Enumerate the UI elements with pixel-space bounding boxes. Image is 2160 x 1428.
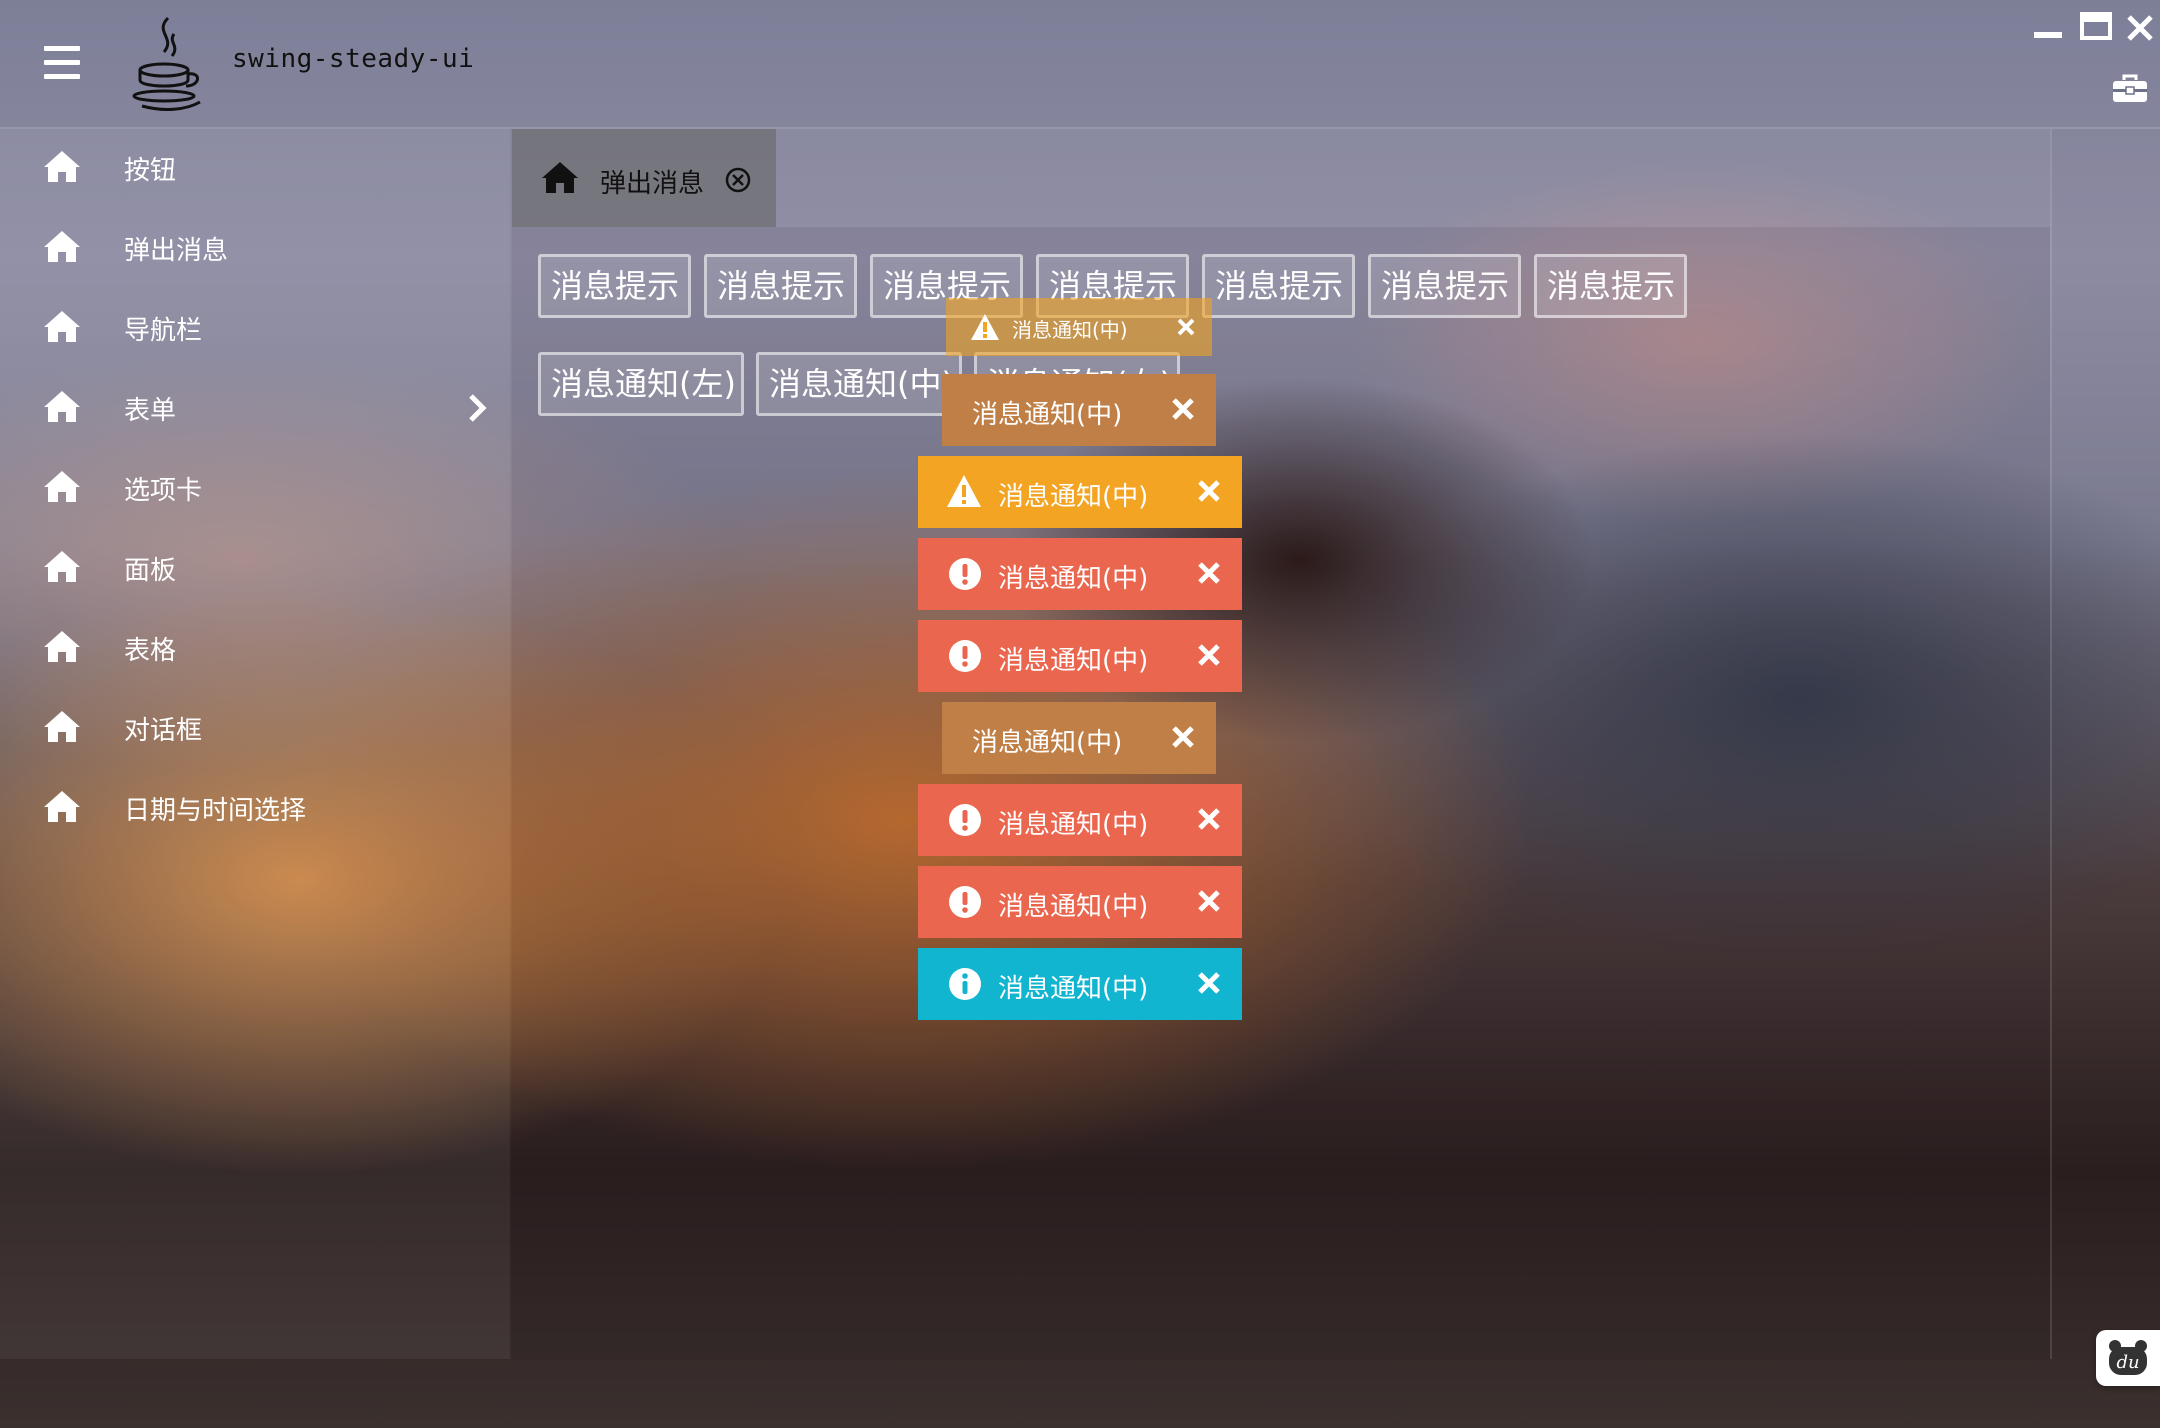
baidu-paw-icon: du bbox=[2109, 1340, 2147, 1375]
app-title: swing-steady-ui bbox=[232, 44, 475, 74]
message-tip-button[interactable]: 消息提示 bbox=[1368, 254, 1521, 318]
title-bar: swing-steady-ui bbox=[0, 0, 2160, 129]
close-tab-icon[interactable] bbox=[724, 166, 752, 194]
message-tip-button[interactable]: 消息提示 bbox=[1202, 254, 1355, 318]
toast-notification-default: 消息通知(中) bbox=[942, 702, 1216, 774]
sidebar-item-navbar[interactable]: 导航栏 bbox=[0, 298, 510, 358]
close-icon[interactable] bbox=[1196, 560, 1222, 586]
java-logo-icon bbox=[132, 16, 201, 111]
toast-notification-error: 消息通知(中) bbox=[918, 538, 1242, 610]
sidebar-item-label: 表单 bbox=[124, 396, 177, 426]
sidebar-item-label: 表格 bbox=[124, 636, 177, 666]
tab-label: 弹出消息 bbox=[600, 169, 705, 199]
message-tip-button[interactable]: 消息提示 bbox=[1534, 254, 1687, 318]
sidebar-item-dialog[interactable]: 对话框 bbox=[0, 698, 510, 758]
toast-notification-error: 消息通知(中) bbox=[918, 866, 1242, 938]
toast-notification-warning: 消息通知(中) bbox=[918, 456, 1242, 528]
home-icon bbox=[44, 311, 80, 342]
sidebar-item-buttons[interactable]: 按钮 bbox=[0, 138, 510, 198]
close-window-icon[interactable] bbox=[2124, 12, 2156, 44]
chevron-right-icon bbox=[469, 394, 487, 422]
close-icon[interactable] bbox=[1196, 970, 1222, 996]
sidebar-item-tabs[interactable]: 选项卡 bbox=[0, 458, 510, 518]
home-icon bbox=[44, 791, 80, 822]
toast-notification-error: 消息通知(中) bbox=[918, 620, 1242, 692]
exclamation-circle-icon bbox=[949, 640, 981, 672]
toast-text: 消息通知(中) bbox=[998, 892, 1149, 922]
toast-text: 消息通知(中) bbox=[1012, 318, 1128, 342]
info-circle-icon bbox=[949, 968, 981, 1000]
message-tip-button[interactable]: 消息提示 bbox=[538, 254, 691, 318]
sidebar-item-label: 日期与时间选择 bbox=[124, 796, 307, 826]
home-icon bbox=[44, 631, 80, 662]
home-icon bbox=[44, 471, 80, 502]
toast-text: 消息通知(中) bbox=[972, 400, 1123, 430]
tab-bar: 弹出消息 bbox=[512, 129, 2050, 227]
toast-notification-error: 消息通知(中) bbox=[918, 784, 1242, 856]
home-icon bbox=[542, 162, 578, 193]
toast-text: 消息通知(中) bbox=[998, 974, 1149, 1004]
toast-notification-info: 消息通知(中) bbox=[918, 948, 1242, 1020]
notify-center-button[interactable]: 消息通知(中) bbox=[756, 352, 962, 416]
close-icon[interactable] bbox=[1170, 724, 1196, 750]
notify-left-button[interactable]: 消息通知(左) bbox=[538, 352, 744, 416]
exclamation-circle-icon bbox=[949, 886, 981, 918]
sidebar-item-panel[interactable]: 面板 bbox=[0, 538, 510, 598]
close-icon[interactable] bbox=[1170, 396, 1196, 422]
home-icon bbox=[44, 711, 80, 742]
warning-icon bbox=[947, 475, 981, 507]
home-icon bbox=[44, 391, 80, 422]
sidebar-item-label: 选项卡 bbox=[124, 476, 203, 506]
close-icon[interactable] bbox=[1176, 317, 1196, 337]
close-icon[interactable] bbox=[1196, 642, 1222, 668]
sidebar-item-table[interactable]: 表格 bbox=[0, 618, 510, 678]
home-icon bbox=[44, 151, 80, 182]
toast-notification-default: 消息通知(中) bbox=[942, 374, 1216, 446]
toolbox-icon[interactable] bbox=[2112, 74, 2148, 104]
close-icon[interactable] bbox=[1196, 888, 1222, 914]
minimize-icon[interactable] bbox=[2032, 12, 2064, 44]
tab-popup-message[interactable]: 弹出消息 bbox=[512, 129, 776, 227]
sidebar-item-label: 面板 bbox=[124, 556, 177, 586]
home-icon bbox=[44, 551, 80, 582]
sidebar-item-label: 按钮 bbox=[124, 156, 177, 186]
toast-text: 消息通知(中) bbox=[998, 564, 1149, 594]
baidu-widget[interactable]: du bbox=[2096, 1330, 2160, 1386]
sidebar-item-label: 弹出消息 bbox=[124, 236, 229, 266]
warning-icon bbox=[971, 314, 999, 340]
exclamation-circle-icon bbox=[949, 804, 981, 836]
sidebar-item-label: 对话框 bbox=[124, 716, 203, 746]
close-icon[interactable] bbox=[1196, 478, 1222, 504]
svg-text:du: du bbox=[2116, 1352, 2139, 1373]
exclamation-circle-icon bbox=[949, 558, 981, 590]
maximize-icon[interactable] bbox=[2080, 12, 2112, 44]
sidebar: 按钮 弹出消息 导航栏 表单 选项卡 面板 表格 对话框 日期与时间选择 bbox=[0, 129, 510, 1359]
toast-notification-warning: 消息通知(中) bbox=[946, 298, 1212, 356]
divider bbox=[2050, 129, 2052, 1359]
home-icon bbox=[44, 231, 80, 262]
toast-text: 消息通知(中) bbox=[972, 728, 1123, 758]
sidebar-item-label: 导航栏 bbox=[124, 316, 203, 346]
sidebar-item-form[interactable]: 表单 bbox=[0, 378, 510, 438]
message-tip-button[interactable]: 消息提示 bbox=[704, 254, 857, 318]
sidebar-item-datetime[interactable]: 日期与时间选择 bbox=[0, 778, 510, 838]
sidebar-item-popup-message[interactable]: 弹出消息 bbox=[0, 218, 510, 278]
menu-icon[interactable] bbox=[44, 46, 80, 80]
toast-text: 消息通知(中) bbox=[998, 810, 1149, 840]
toast-text: 消息通知(中) bbox=[998, 482, 1149, 512]
toast-text: 消息通知(中) bbox=[998, 646, 1149, 676]
close-icon[interactable] bbox=[1196, 806, 1222, 832]
